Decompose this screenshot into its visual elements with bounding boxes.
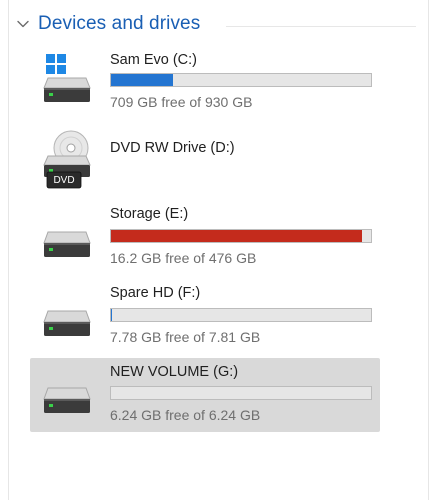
- drive-usage-bar: [110, 308, 372, 322]
- drive-usage-fill: [111, 74, 173, 86]
- drive-free-space: 7.78 GB free of 7.81 GB: [110, 329, 261, 345]
- drive-free-space: 709 GB free of 930 GB: [110, 94, 253, 110]
- hard-drive-icon: [43, 231, 91, 257]
- drive-name: NEW VOLUME (G:): [110, 364, 239, 380]
- hard-drive-icon: [43, 310, 91, 336]
- group-header-divider: [226, 26, 416, 27]
- drive-usage-bar: [110, 386, 372, 400]
- drive-usage-fill: [111, 309, 113, 321]
- drive-name: Spare HD (F:): [110, 285, 201, 301]
- drive-free-space: 16.2 GB free of 476 GB: [110, 250, 257, 266]
- drive-usage-bar: [110, 229, 372, 243]
- drive-usage-fill: [111, 230, 363, 242]
- windows-drive-icon: [43, 54, 91, 102]
- drive-item-g[interactable]: NEW VOLUME (G:) 6.24 GB free of 6.24 GB: [30, 358, 380, 432]
- hard-drive-icon: [43, 387, 91, 413]
- drive-usage-bar: [110, 73, 372, 87]
- dvd-badge-label: DVD: [53, 175, 75, 186]
- drive-name: Sam Evo (C:): [110, 52, 198, 68]
- devices-and-drives-pane: Devices and drives Sam Evo (C:) 709 GB f…: [0, 0, 429, 500]
- drive-free-space: 6.24 GB free of 6.24 GB: [110, 407, 261, 423]
- drive-item-d[interactable]: DVD DVD RW Drive (D:): [30, 126, 380, 198]
- pane-left-border: [8, 0, 9, 500]
- drive-item-f[interactable]: Spare HD (F:) 7.78 GB free of 7.81 GB: [30, 281, 380, 353]
- drive-name: Storage (E:): [110, 206, 189, 222]
- chevron-down-icon[interactable]: [16, 17, 30, 31]
- devices-and-drives-group-header[interactable]: Devices and drives: [16, 8, 200, 40]
- group-title: Devices and drives: [38, 13, 201, 34]
- drive-name: DVD RW Drive (D:): [110, 140, 235, 156]
- drive-item-c[interactable]: Sam Evo (C:) 709 GB free of 930 GB: [30, 42, 380, 112]
- drive-item-e[interactable]: Storage (E:) 16.2 GB free of 476 GB: [30, 202, 380, 274]
